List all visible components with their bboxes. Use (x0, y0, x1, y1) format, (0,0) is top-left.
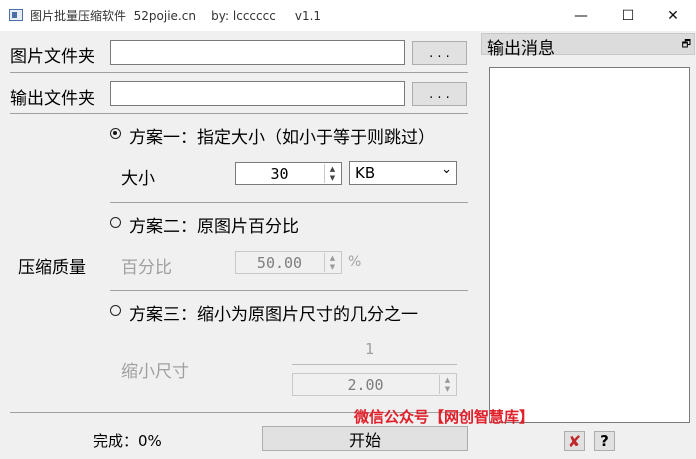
spin-up-icon[interactable]: ▲ (445, 376, 450, 384)
unit-value: KB (355, 164, 376, 182)
app-icon (9, 9, 23, 21)
separator (10, 72, 468, 73)
output-panel-title: 输出消息 (487, 39, 555, 59)
separator (10, 113, 468, 114)
compression-quality-label: 压缩质量 (18, 258, 86, 278)
unit-select[interactable]: KB ⌄ (349, 161, 457, 185)
progress-status: 完成：0% (93, 432, 162, 450)
plan3-label[interactable]: 方案三：缩小为原图片尺寸的几分之一 (129, 300, 418, 325)
image-folder-browse-button[interactable]: . . . (412, 41, 467, 65)
image-folder-label: 图片文件夹 (10, 47, 95, 67)
close-button[interactable]: ✕ (650, 0, 696, 31)
plan2-label[interactable]: 方案二：原图片百分比 (129, 212, 299, 237)
plan3-radio[interactable] (110, 305, 121, 316)
size-label: 大小 (121, 169, 155, 189)
watermark-text: 微信公众号【网创智慧库】 (354, 408, 535, 426)
percent-stepper[interactable]: 50.00 ▲ ▼ (235, 251, 342, 274)
shrink-label: 缩小尺寸 (121, 362, 189, 382)
separator (110, 202, 468, 203)
restore-icon[interactable]: 🗗 (682, 37, 691, 54)
shrink-denominator-value[interactable]: 2.00 (293, 374, 438, 395)
output-folder-browse-button[interactable]: . . . (412, 82, 467, 106)
size-stepper[interactable]: 30 ▲ ▼ (235, 162, 342, 185)
spin-down-icon[interactable]: ▼ (330, 263, 335, 271)
separator (110, 290, 468, 291)
output-folder-input[interactable] (110, 81, 405, 106)
percent-value[interactable]: 50.00 (236, 252, 323, 273)
clear-icon[interactable]: ✘ (564, 431, 585, 451)
spin-down-icon[interactable]: ▼ (330, 174, 335, 182)
size-value[interactable]: 30 (236, 163, 323, 184)
percent-label: 百分比 (121, 258, 172, 278)
plan1-radio[interactable] (110, 128, 121, 139)
output-panel-header: 输出消息 🗗 (481, 33, 695, 59)
minimize-button[interactable]: — (558, 0, 604, 31)
chevron-down-icon: ⌄ (441, 162, 452, 177)
output-folder-label: 输出文件夹 (10, 89, 95, 109)
spin-up-icon[interactable]: ▲ (330, 254, 335, 262)
output-message-area[interactable] (489, 67, 690, 423)
window-title: 图片批量压缩软件 52pojie.cn by: lcccccc v1.1 (30, 9, 322, 23)
shrink-denominator-stepper[interactable]: 2.00 ▲ ▼ (292, 373, 457, 396)
plan1-label[interactable]: 方案一：指定大小（如小于等于则跳过） (129, 123, 435, 148)
spin-down-icon[interactable]: ▼ (445, 385, 450, 393)
maximize-button[interactable]: ☐ (605, 0, 651, 31)
plan2-radio[interactable] (110, 217, 121, 228)
shrink-numerator: 1 (365, 340, 375, 358)
fraction-line (292, 364, 457, 365)
spin-up-icon[interactable]: ▲ (330, 165, 335, 173)
start-button[interactable]: 开始 (262, 426, 468, 451)
percent-sign: % (348, 254, 362, 270)
help-icon[interactable]: ? (594, 431, 615, 451)
image-folder-input[interactable] (110, 40, 405, 65)
